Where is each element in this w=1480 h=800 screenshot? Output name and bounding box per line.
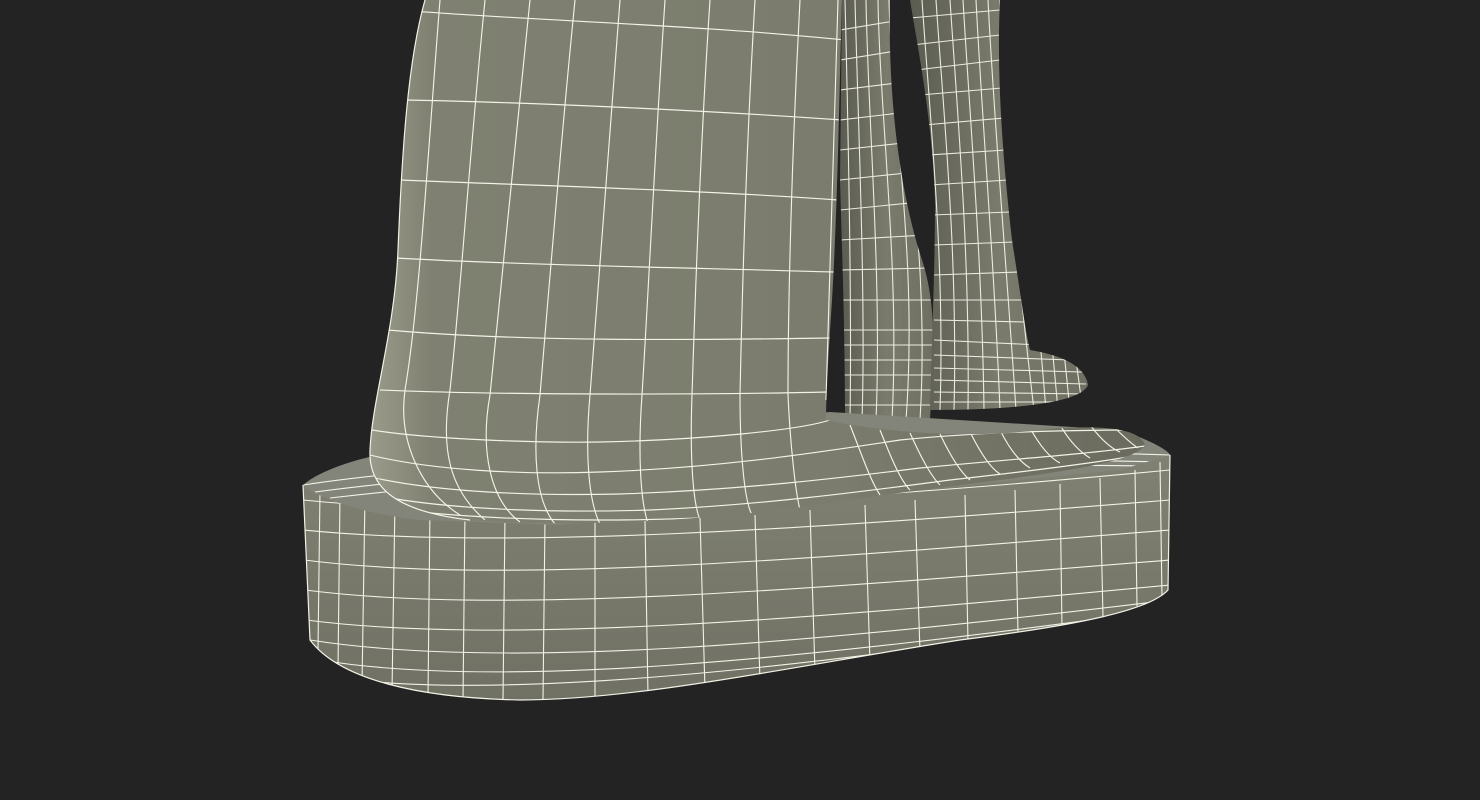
rear-paw xyxy=(910,0,1088,410)
model-render xyxy=(302,0,1171,701)
viewport-3d[interactable] xyxy=(0,0,1480,800)
front-leg xyxy=(369,0,1145,524)
